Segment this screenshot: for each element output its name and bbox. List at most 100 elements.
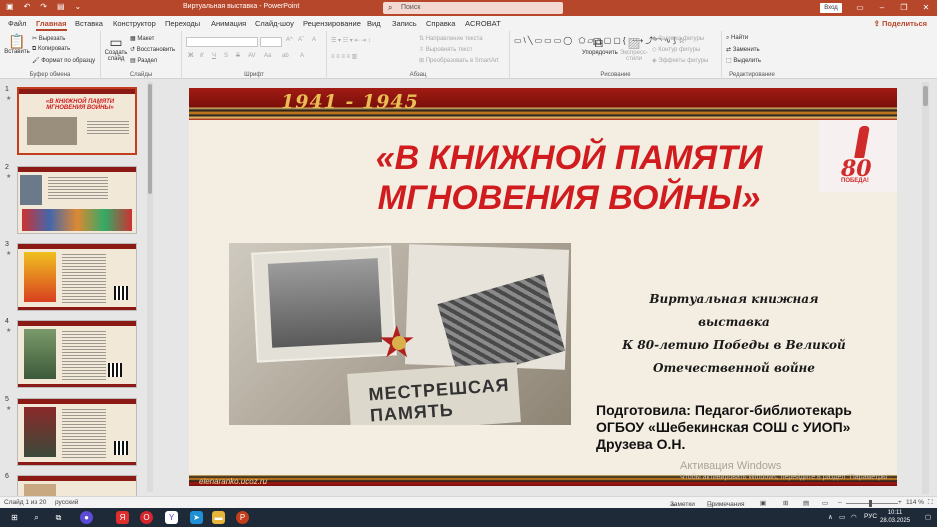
layout-button[interactable]: ▦ Макет — [130, 35, 154, 42]
redo-icon[interactable]: ↷ — [40, 2, 47, 11]
strike-button[interactable]: S — [236, 53, 240, 59]
signin-button[interactable]: Вход — [820, 3, 842, 13]
taskbar-search-icon[interactable]: ⌕ — [30, 511, 43, 524]
arrange-button[interactable]: ⧉ Упорядочить — [582, 34, 618, 56]
present-icon[interactable]: ▤ — [57, 2, 65, 11]
current-slide[interactable]: 1941 - 1945 80 ПОБЕДА! «В КНИЖНОЙ ПАМЯТИ… — [189, 88, 897, 486]
system-clock[interactable]: 10:11 28.03.2025 — [880, 509, 910, 525]
font-color-button[interactable]: A — [300, 53, 304, 59]
file-explorer-icon[interactable]: ▬ — [212, 511, 225, 524]
share-button[interactable]: ⇪ Поделиться — [874, 19, 927, 28]
zoom-out-icon[interactable]: – — [838, 499, 842, 506]
undo-icon[interactable]: ↶ — [24, 2, 31, 11]
search-box[interactable]: ⌕ Поиск — [383, 2, 563, 14]
paste-button[interactable]: 📋 Вставить — [4, 33, 30, 55]
slide-thumbnails-pane[interactable]: 1 ★ «В КНИЖНОЙ ПАМЯТИ МГНОВЕНИЯ ВОЙНЫ» 2… — [0, 80, 155, 496]
ribbon-display-icon[interactable]: ▭ — [849, 0, 871, 16]
tab-slideshow[interactable]: Слайд-шоу — [255, 19, 294, 28]
zoom-slider-knob[interactable] — [869, 500, 872, 507]
app-icon-purple[interactable]: ● — [80, 511, 93, 524]
clear-format-button[interactable]: A — [312, 37, 316, 43]
yahoo-icon[interactable]: Y — [165, 511, 178, 524]
font-family-select[interactable] — [186, 37, 258, 47]
tab-help[interactable]: Справка — [426, 19, 455, 28]
opera-icon[interactable]: O — [140, 511, 153, 524]
tab-insert[interactable]: Вставка — [75, 19, 103, 28]
find-button[interactable]: ⌕ Найти — [726, 35, 748, 42]
tab-animations[interactable]: Анимация — [211, 19, 246, 28]
replace-button[interactable]: ⇄ Заменить — [726, 46, 760, 53]
tab-transitions[interactable]: Переходы — [165, 19, 200, 28]
tab-record[interactable]: Запись — [392, 19, 417, 28]
powerpoint-icon[interactable]: P — [236, 511, 249, 524]
underline-button[interactable]: Ч — [212, 53, 216, 59]
zoom-slider[interactable] — [846, 503, 898, 504]
slide-thumbnail-5[interactable] — [17, 398, 137, 466]
prepared-by[interactable]: Подготовила: Педагог-библиотекарь ОГБОУ … — [596, 402, 886, 453]
slide-headline[interactable]: «В КНИЖНОЙ ПАМЯТИ МГНОВЕНИЯ ВОЙНЫ» — [319, 138, 819, 218]
select-button[interactable]: ⬚ Выделить — [726, 57, 761, 64]
italic-button[interactable]: К — [200, 53, 204, 59]
telegram-icon[interactable]: ➤ — [190, 511, 203, 524]
copy-button[interactable]: ⧉ Копировать — [32, 46, 70, 53]
language-indicator[interactable]: русский — [55, 499, 78, 506]
text-direction-button[interactable]: ⇅ Направление текста — [419, 35, 483, 42]
tab-review[interactable]: Рецензирование — [303, 19, 361, 28]
editor-scrollbar[interactable] — [922, 82, 929, 494]
yandex-icon[interactable]: Я — [116, 511, 129, 524]
slide-thumbnail-2[interactable] — [17, 166, 137, 234]
close-icon[interactable]: ✕ — [915, 0, 937, 16]
tab-file[interactable]: Файл — [8, 19, 26, 28]
fit-slide-icon[interactable]: ⛶ — [928, 499, 933, 507]
case-button[interactable]: Aa — [264, 53, 271, 59]
scrollbar-thumb[interactable] — [148, 84, 152, 194]
zoom-in-icon[interactable]: + — [898, 499, 902, 506]
shape-effects-button[interactable]: ◈ Эффекты фигуры — [652, 57, 708, 64]
spacing-button[interactable]: AV — [248, 53, 256, 59]
shape-fill-button[interactable]: ◆ Заливка фигуры — [652, 35, 704, 42]
font-size-select[interactable] — [260, 37, 282, 47]
thumbnails-scrollbar[interactable] — [147, 82, 153, 492]
format-painter-button[interactable]: 🖌 Формат по образцу — [32, 57, 95, 64]
tray-chevron-icon[interactable]: ∧ — [828, 513, 833, 521]
align-icons[interactable]: ≡ ≡ ≡ ≡ ▥ — [331, 53, 357, 60]
align-text-button[interactable]: ⇳ Выровнять текст — [419, 46, 472, 53]
cut-button[interactable]: ✂ Вырезать — [32, 35, 65, 42]
highlight-button[interactable]: ab — [282, 53, 289, 59]
font-grow-button[interactable]: A^ — [286, 37, 293, 43]
new-slide-button[interactable]: ▭ Создать слайд — [104, 34, 128, 62]
tab-acrobat[interactable]: ACROBAT — [465, 19, 501, 28]
task-view-icon[interactable]: ⧉ — [52, 511, 65, 524]
battery-icon[interactable]: ▭ — [839, 513, 845, 521]
smartart-button[interactable]: ⊞ Преобразовать в SmartArt — [419, 57, 498, 64]
zoom-level[interactable]: 114 % — [906, 499, 924, 506]
customize-qat-icon[interactable]: ⌄ — [75, 2, 82, 11]
scrollbar-thumb[interactable] — [923, 86, 928, 106]
tab-view[interactable]: Вид — [367, 19, 381, 28]
input-language[interactable]: РУС — [864, 513, 877, 520]
slideshow-icon[interactable]: ▭ — [822, 499, 828, 507]
network-icon[interactable]: ◠ — [851, 513, 857, 521]
normal-view-icon[interactable]: ▣ — [760, 499, 766, 507]
font-shrink-button[interactable]: Aˇ — [298, 37, 304, 43]
autosave-icon[interactable]: ▣ — [6, 2, 14, 11]
section-button[interactable]: ▤ Раздел — [130, 57, 157, 64]
slide-thumbnail-6[interactable] — [17, 475, 137, 496]
bold-button[interactable]: Ж — [188, 53, 193, 59]
notifications-icon[interactable]: ▢ — [925, 513, 931, 521]
slide-subtitle[interactable]: Виртуальная книжная выставка К 80-летию … — [619, 288, 849, 380]
tab-home[interactable]: Главная — [36, 19, 67, 31]
shadow-button[interactable]: S — [224, 53, 228, 59]
bullets-icon[interactable]: ☰ ▾ ☷ ▾ ⇤ ⇥ ↕ — [331, 37, 371, 44]
maximize-icon[interactable]: ❐ — [893, 0, 915, 16]
slide-thumbnail-1[interactable]: «В КНИЖНОЙ ПАМЯТИ МГНОВЕНИЯ ВОЙНЫ» — [17, 87, 137, 155]
slide-thumbnail-3[interactable] — [17, 243, 137, 311]
minimize-icon[interactable]: – — [871, 0, 893, 16]
slide-thumbnail-4[interactable] — [17, 320, 137, 388]
shape-outline-button[interactable]: ◇ Контур фигуры — [652, 46, 700, 53]
war-memory-photo[interactable]: МЕСТРЕШСАЯ ПАМЯТЬ ★ — [229, 243, 571, 425]
slide-sorter-icon[interactable]: ⊞ — [783, 499, 788, 507]
reset-button[interactable]: ↺ Восстановить — [130, 46, 175, 53]
windows-start-icon[interactable]: ⊞ — [8, 511, 21, 524]
tab-design[interactable]: Конструктор — [113, 19, 156, 28]
